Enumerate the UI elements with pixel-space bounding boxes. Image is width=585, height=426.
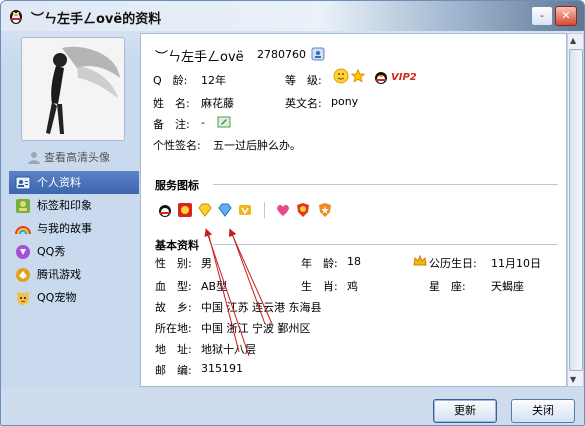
tag-icon: [16, 199, 30, 213]
qq-penguin-icon: [10, 10, 22, 24]
title-bar[interactable]: ︶ㄣ左手ㄥovё的资料 - ✕: [1, 1, 584, 31]
window-title: ︶ㄣ左手ㄥovё的资料: [31, 12, 162, 27]
game-icon: [16, 268, 30, 282]
sidebar-nav: 个人资料 标签和印象 与我的故事 QQ秀 腾讯游戏 QQ宠物: [9, 171, 139, 309]
user-silhouette-icon: [28, 152, 40, 164]
vertical-scrollbar[interactable]: ▲ ▼: [567, 33, 584, 387]
profile-content: ︶ㄣ左手ㄥovё 2780760 Q 龄: 12年 等 级: VIP2 姓 名:…: [140, 33, 567, 387]
profile-window: ︶ㄣ左手ㄥovё的资料 - ✕ 查看高清头像 个人资料 标签和印象 与我的故事 …: [0, 0, 585, 426]
sidebar-item-profile[interactable]: 个人资料: [9, 171, 139, 194]
sidebar-item-label: QQ宠物: [37, 291, 77, 304]
annotation-arrow: [232, 235, 266, 325]
scroll-down-icon[interactable]: ▼: [570, 375, 576, 384]
rainbow-icon: [15, 226, 31, 235]
scrollbar-thumb[interactable]: [569, 49, 583, 371]
annotation-arrow: [204, 228, 250, 357]
refresh-button[interactable]: 更新: [433, 399, 497, 423]
view-hd-avatar-label: 查看高清头像: [44, 151, 110, 164]
annotation-arrow: [208, 235, 240, 353]
sidebar-item-qqshow[interactable]: QQ秀: [9, 240, 139, 263]
sidebar-item-label: 个人资料: [37, 176, 81, 189]
scroll-up-icon[interactable]: ▲: [570, 36, 576, 45]
avatar-image: [22, 38, 124, 140]
view-hd-avatar-link[interactable]: 查看高清头像: [27, 149, 110, 165]
annotation-arrow: [228, 228, 274, 327]
sidebar-item-pet[interactable]: QQ宠物: [9, 286, 139, 309]
sidebar-item-label: QQ秀: [37, 245, 66, 258]
sidebar-item-label: 与我的故事: [37, 222, 92, 235]
user-card-icon: [15, 176, 31, 190]
close-button[interactable]: 关闭: [511, 399, 575, 423]
minimize-button[interactable]: -: [531, 6, 553, 26]
qqshow-icon: [16, 245, 30, 259]
sidebar: 查看高清头像 个人资料 标签和印象 与我的故事 QQ秀 腾讯游戏 QQ宠物: [5, 33, 139, 383]
annotation-arrows: [204, 228, 274, 357]
sidebar-item-games[interactable]: 腾讯游戏: [9, 263, 139, 286]
sidebar-item-label: 标签和印象: [37, 199, 92, 212]
pet-icon: [17, 292, 29, 305]
sidebar-item-story[interactable]: 与我的故事: [9, 217, 139, 240]
close-window-button[interactable]: ✕: [555, 6, 577, 26]
sidebar-item-label: 腾讯游戏: [37, 268, 81, 281]
sidebar-item-tags[interactable]: 标签和印象: [9, 194, 139, 217]
avatar[interactable]: [21, 37, 125, 141]
